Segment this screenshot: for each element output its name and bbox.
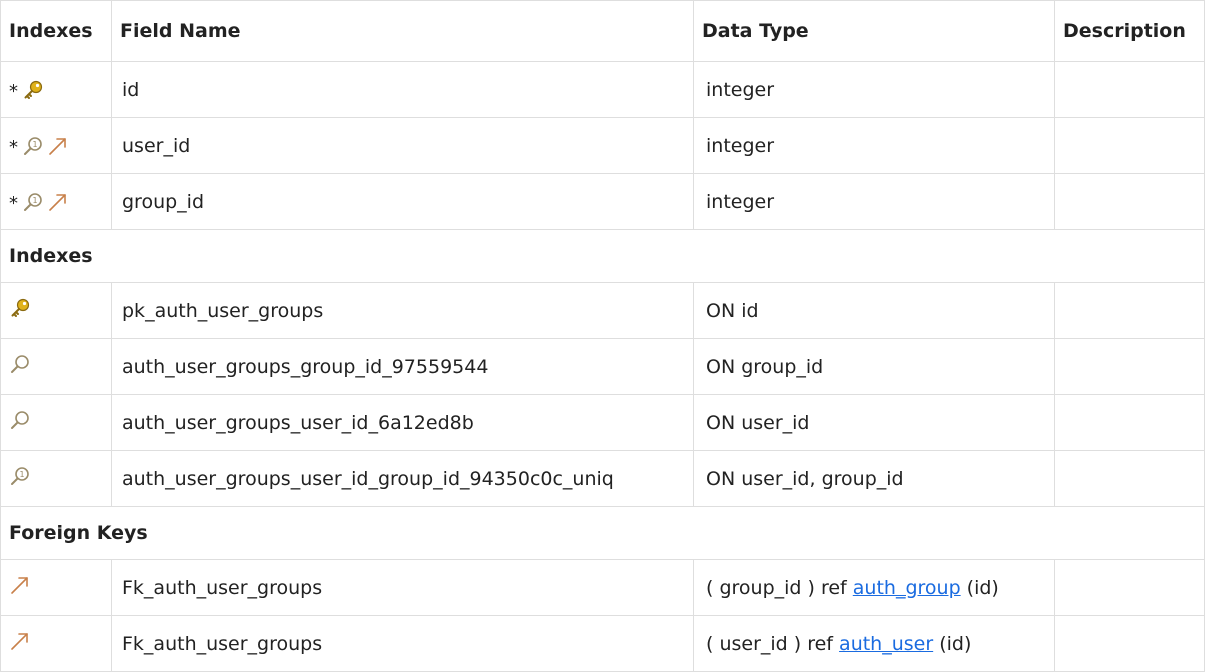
section-foreign-keys-label: Foreign Keys — [0, 506, 1205, 560]
unique-index-icon: 1 — [9, 465, 31, 487]
index-icon — [9, 353, 31, 375]
foreign-key-row: Fk_auth_user_groups ( user_id ) ref auth… — [0, 615, 1205, 672]
fk-ref-suffix: (id) — [933, 632, 972, 655]
field-indexes-cell: * 1 — [0, 117, 112, 174]
index-icon-cell — [0, 282, 112, 339]
field-type: integer — [693, 61, 1055, 118]
index-description — [1054, 338, 1205, 395]
index-on: ON id — [693, 282, 1055, 339]
fk-reference: ( group_id ) ref auth_group (id) — [693, 559, 1055, 616]
index-on: ON user_id, group_id — [693, 450, 1055, 507]
index-on: ON user_id — [693, 394, 1055, 451]
primary-key-icon — [22, 79, 44, 101]
required-mark: * — [9, 137, 18, 158]
header-field-name: Field Name — [111, 0, 694, 62]
field-row: * 1 group_id integer — [0, 173, 1205, 230]
field-description — [1054, 117, 1205, 174]
svg-text:1: 1 — [32, 140, 37, 149]
foreign-key-icon — [9, 574, 31, 596]
index-name: auth_user_groups_user_id_group_id_94350c… — [111, 450, 694, 507]
fk-icon-cell — [0, 615, 112, 672]
section-indexes: Indexes — [0, 229, 1205, 283]
index-row: 1 auth_user_groups_user_id_group_id_9435… — [0, 450, 1205, 507]
svg-text:1: 1 — [32, 196, 37, 205]
foreign-key-icon — [9, 630, 31, 652]
foreign-key-row: Fk_auth_user_groups ( group_id ) ref aut… — [0, 559, 1205, 616]
unique-index-icon: 1 — [22, 135, 44, 157]
fk-reference: ( user_id ) ref auth_user (id) — [693, 615, 1055, 672]
ref-link-auth-group[interactable]: auth_group — [853, 577, 961, 599]
header-description: Description — [1054, 0, 1205, 62]
index-name: auth_user_groups_user_id_6a12ed8b — [111, 394, 694, 451]
primary-key-icon — [9, 297, 31, 319]
required-mark: * — [9, 81, 18, 102]
field-row: * id integer — [0, 61, 1205, 118]
foreign-key-icon — [47, 191, 69, 213]
index-description — [1054, 450, 1205, 507]
index-description — [1054, 282, 1205, 339]
section-indexes-label: Indexes — [0, 229, 1205, 283]
schema-table: Indexes Field Name Data Type Description… — [0, 0, 1205, 672]
index-row: auth_user_groups_group_id_97559544 ON gr… — [0, 338, 1205, 395]
field-indexes-cell: * 1 — [0, 173, 112, 230]
field-row: * 1 user_id integer — [0, 117, 1205, 174]
fk-description — [1054, 615, 1205, 672]
field-type: integer — [693, 173, 1055, 230]
header-row: Indexes Field Name Data Type Description — [0, 0, 1205, 62]
field-description — [1054, 173, 1205, 230]
header-indexes: Indexes — [0, 0, 112, 62]
field-type: integer — [693, 117, 1055, 174]
fk-ref-prefix: ( user_id ) ref — [706, 632, 840, 655]
required-mark: * — [9, 193, 18, 214]
field-description — [1054, 61, 1205, 118]
fk-ref-prefix: ( group_id ) ref — [706, 576, 853, 599]
field-name: group_id — [111, 173, 694, 230]
section-foreign-keys: Foreign Keys — [0, 506, 1205, 560]
fk-icon-cell — [0, 559, 112, 616]
index-on: ON group_id — [693, 338, 1055, 395]
svg-text:1: 1 — [19, 470, 24, 479]
fk-ref-suffix: (id) — [960, 576, 999, 599]
fk-name: Fk_auth_user_groups — [111, 615, 694, 672]
index-icon-cell — [0, 338, 112, 395]
fk-name: Fk_auth_user_groups — [111, 559, 694, 616]
field-name: user_id — [111, 117, 694, 174]
index-name: pk_auth_user_groups — [111, 282, 694, 339]
index-icon-cell: 1 — [0, 450, 112, 507]
index-icon-cell — [0, 394, 112, 451]
unique-index-icon: 1 — [22, 191, 44, 213]
foreign-key-icon — [47, 135, 69, 157]
index-name: auth_user_groups_group_id_97559544 — [111, 338, 694, 395]
index-description — [1054, 394, 1205, 451]
field-name: id — [111, 61, 694, 118]
index-row: auth_user_groups_user_id_6a12ed8b ON use… — [0, 394, 1205, 451]
index-icon — [9, 409, 31, 431]
field-indexes-cell: * — [0, 61, 112, 118]
ref-link-auth-user[interactable]: auth_user — [839, 633, 933, 655]
header-data-type: Data Type — [693, 0, 1055, 62]
fk-description — [1054, 559, 1205, 616]
index-row: pk_auth_user_groups ON id — [0, 282, 1205, 339]
